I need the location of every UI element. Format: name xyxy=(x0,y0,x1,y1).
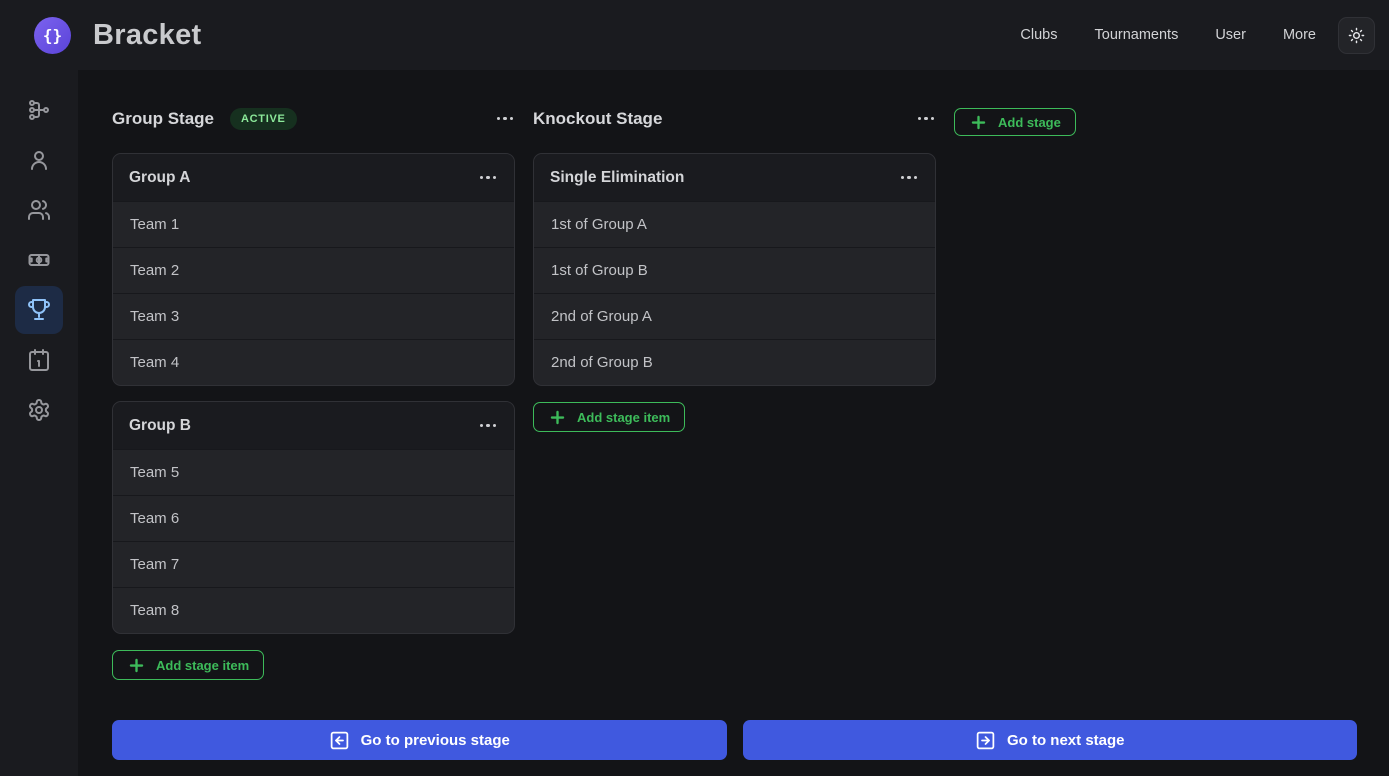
slot-row[interactable]: 1st of Group B xyxy=(534,247,935,293)
slot-row[interactable]: 1st of Group A xyxy=(534,201,935,247)
stage-column-knockout-stage: Knockout Stage Single Elimination 1st of… xyxy=(533,105,936,432)
sidebar-item-tournament[interactable] xyxy=(15,286,63,334)
group-a-title: Group A xyxy=(129,168,191,186)
gear-icon xyxy=(27,398,51,422)
plus-icon xyxy=(969,113,988,132)
group-a-card: Group A Team 1 Team 2 Team 3 Team 4 xyxy=(112,153,515,386)
previous-stage-button[interactable]: Go to previous stage xyxy=(112,720,727,760)
nav-more[interactable]: More xyxy=(1283,27,1316,43)
single-elimination-header: Single Elimination xyxy=(534,154,935,201)
ellipsis-icon xyxy=(900,175,917,180)
team-row[interactable]: Team 4 xyxy=(113,339,514,385)
brand-logo-icon: {} xyxy=(34,16,71,54)
slot-row[interactable]: 2nd of Group B xyxy=(534,339,935,385)
next-stage-button[interactable]: Go to next stage xyxy=(742,720,1357,760)
top-nav: Clubs Tournaments User More xyxy=(1020,27,1316,43)
single-elimination-card: Single Elimination 1st of Group A 1st of… xyxy=(533,153,936,386)
slot-row[interactable]: 2nd of Group A xyxy=(534,293,935,339)
group-b-title: Group B xyxy=(129,416,191,434)
group-stage-title: Group Stage xyxy=(112,108,215,128)
knockout-stage-title: Knockout Stage xyxy=(533,108,663,128)
add-stage-item-label: Add stage item xyxy=(156,657,250,673)
team-row[interactable]: Team 2 xyxy=(113,247,514,293)
sidebar-item-settings[interactable] xyxy=(15,386,63,434)
knockout-stage-header: Knockout Stage xyxy=(533,105,936,132)
nav-user[interactable]: User xyxy=(1215,27,1246,43)
brand-link[interactable]: {} Bracket xyxy=(34,16,202,54)
arrow-left-square-icon xyxy=(329,730,350,751)
add-stage-item-button-knockout[interactable]: Add stage item xyxy=(533,402,686,432)
theme-toggle-button[interactable] xyxy=(1338,16,1375,54)
next-stage-label: Go to next stage xyxy=(1006,731,1125,749)
stage-column-group-stage: Group Stage ACTIVE Group A Team 1 Team 2… xyxy=(112,105,515,680)
ellipsis-icon xyxy=(479,423,496,428)
arrow-right-square-icon xyxy=(975,730,996,751)
previous-stage-label: Go to previous stage xyxy=(360,731,510,749)
sidebar-item-matches[interactable] xyxy=(15,236,63,284)
team-row[interactable]: Team 7 xyxy=(113,541,514,587)
sidebar-item-profile[interactable] xyxy=(15,136,63,184)
team-row[interactable]: Team 1 xyxy=(113,201,514,247)
group-a-menu-button[interactable] xyxy=(478,170,499,186)
topbar: {} Bracket Clubs Tournaments User More xyxy=(0,0,1389,70)
group-b-menu-button[interactable] xyxy=(478,418,499,434)
nav-clubs[interactable]: Clubs xyxy=(1020,27,1057,43)
add-stage-label: Add stage xyxy=(998,114,1061,130)
ellipsis-icon xyxy=(917,116,934,121)
add-stage-item-button-group[interactable]: Add stage item xyxy=(112,650,265,680)
brand-title: Bracket xyxy=(93,18,202,51)
sidebar-item-structure[interactable] xyxy=(15,86,63,134)
network-icon xyxy=(27,98,51,122)
single-elimination-title: Single Elimination xyxy=(550,168,685,186)
main-content: Group Stage ACTIVE Group A Team 1 Team 2… xyxy=(78,70,1389,776)
field-icon xyxy=(27,248,51,272)
plus-icon xyxy=(548,408,567,427)
group-b-card: Group B Team 5 Team 6 Team 7 Team 8 xyxy=(112,401,515,634)
logo-glyph: {} xyxy=(42,25,63,45)
group-b-header: Group B xyxy=(113,402,514,449)
sidebar-item-members[interactable] xyxy=(15,186,63,234)
sun-icon xyxy=(1348,27,1365,44)
single-elimination-menu-button[interactable] xyxy=(899,170,920,186)
sidebar-item-schedule[interactable] xyxy=(15,336,63,384)
team-row[interactable]: Team 6 xyxy=(113,495,514,541)
ellipsis-icon xyxy=(479,175,496,180)
team-row[interactable]: Team 3 xyxy=(113,293,514,339)
knockout-stage-menu-button[interactable] xyxy=(916,111,937,127)
nav-tournaments[interactable]: Tournaments xyxy=(1095,27,1179,43)
trophy-icon xyxy=(27,298,51,322)
ellipsis-icon xyxy=(496,116,513,121)
users-icon xyxy=(27,198,51,222)
group-a-header: Group A xyxy=(113,154,514,201)
active-badge: ACTIVE xyxy=(230,107,297,130)
group-stage-header: Group Stage ACTIVE xyxy=(112,105,515,132)
stage-navigation: Go to previous stage Go to next stage xyxy=(112,720,1357,760)
user-icon xyxy=(27,148,51,172)
calendar-icon xyxy=(27,348,51,372)
plus-icon xyxy=(127,656,146,675)
team-row[interactable]: Team 8 xyxy=(113,587,514,633)
team-row[interactable]: Team 5 xyxy=(113,449,514,495)
group-stage-menu-button[interactable] xyxy=(495,111,516,127)
add-stage-button[interactable]: Add stage xyxy=(954,108,1076,136)
sidebar xyxy=(0,70,78,776)
add-stage-item-label: Add stage item xyxy=(577,409,671,425)
